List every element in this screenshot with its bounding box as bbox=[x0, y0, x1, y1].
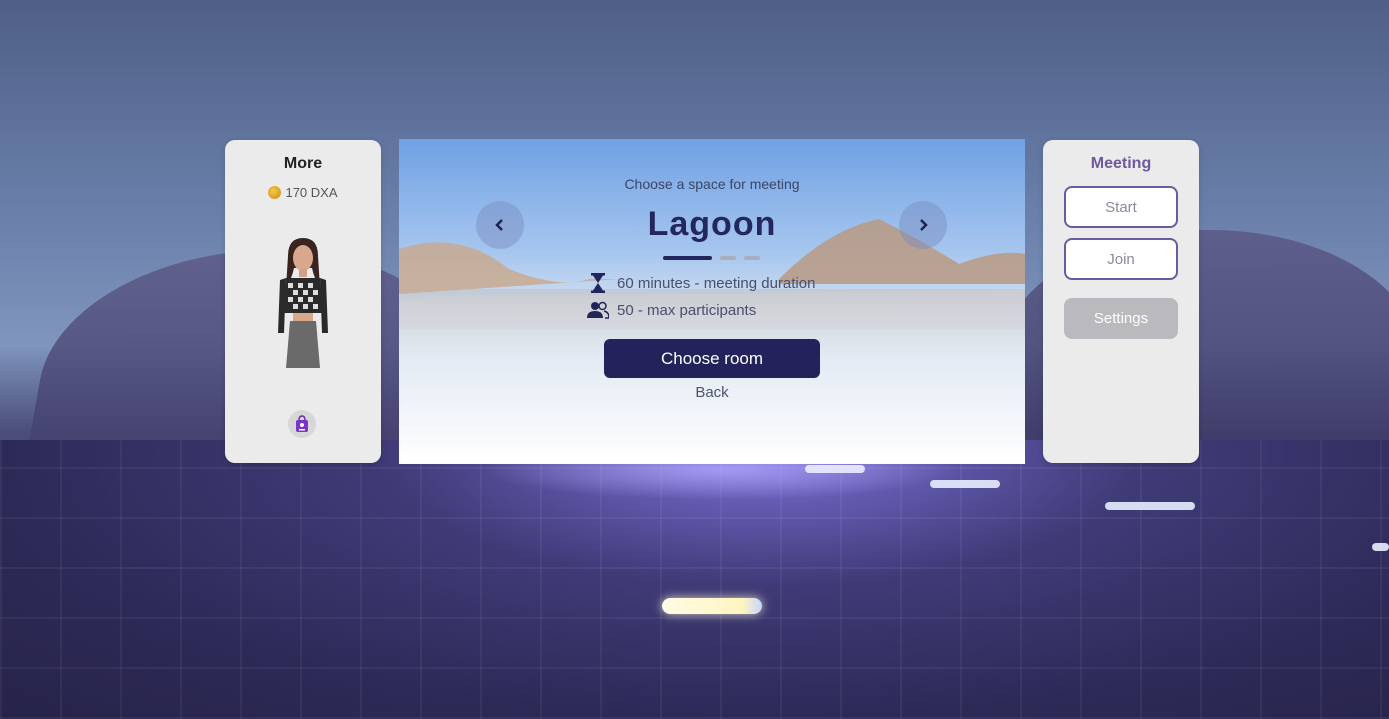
chevron-left-icon bbox=[495, 219, 503, 231]
meeting-duration-text: 60 minutes - meeting duration bbox=[617, 274, 816, 292]
room-selector-panel: Choose a space for meeting Lagoon 60 min… bbox=[399, 139, 1025, 464]
balance: 170 DXA bbox=[225, 185, 381, 200]
avatar[interactable] bbox=[266, 238, 340, 368]
people-icon bbox=[587, 299, 609, 321]
next-room-button[interactable] bbox=[899, 201, 947, 249]
meeting-panel: Meeting Start Join Settings bbox=[1043, 140, 1199, 463]
floor-stripe bbox=[805, 465, 865, 473]
chevron-right-icon bbox=[920, 219, 928, 231]
pagination-indicator bbox=[663, 256, 760, 260]
meeting-panel-title: Meeting bbox=[1090, 155, 1152, 172]
max-participants-text: 50 - max participants bbox=[617, 301, 757, 319]
start-meeting-button[interactable]: Start bbox=[1064, 186, 1178, 228]
shop-button[interactable] bbox=[288, 410, 316, 438]
hourglass-icon bbox=[587, 272, 609, 294]
meeting-duration-row: 60 minutes - meeting duration bbox=[587, 272, 815, 294]
pagination-dot-active[interactable] bbox=[663, 256, 712, 260]
more-panel-title: More bbox=[283, 155, 323, 172]
pagination-dot[interactable] bbox=[744, 256, 760, 260]
coin-icon bbox=[268, 186, 282, 199]
more-panel: More 170 DXA bbox=[225, 140, 381, 463]
floor-stripe bbox=[1105, 502, 1195, 510]
join-meeting-button[interactable]: Join bbox=[1064, 238, 1178, 280]
choose-room-button[interactable]: Choose room bbox=[604, 339, 820, 378]
pagination-dot[interactable] bbox=[720, 256, 736, 260]
room-selector-subtitle: Choose a space for meeting bbox=[624, 176, 800, 192]
floor-stripe bbox=[1372, 543, 1389, 551]
floor-light-bar bbox=[662, 598, 762, 614]
floor-stripe bbox=[930, 480, 1000, 488]
max-participants-row: 50 - max participants bbox=[587, 299, 756, 321]
shopping-bag-icon bbox=[296, 415, 308, 432]
balance-value: 170 DXA bbox=[285, 185, 338, 200]
previous-room-button[interactable] bbox=[476, 201, 524, 249]
back-link[interactable]: Back bbox=[399, 384, 1025, 401]
settings-button[interactable]: Settings bbox=[1064, 298, 1178, 339]
